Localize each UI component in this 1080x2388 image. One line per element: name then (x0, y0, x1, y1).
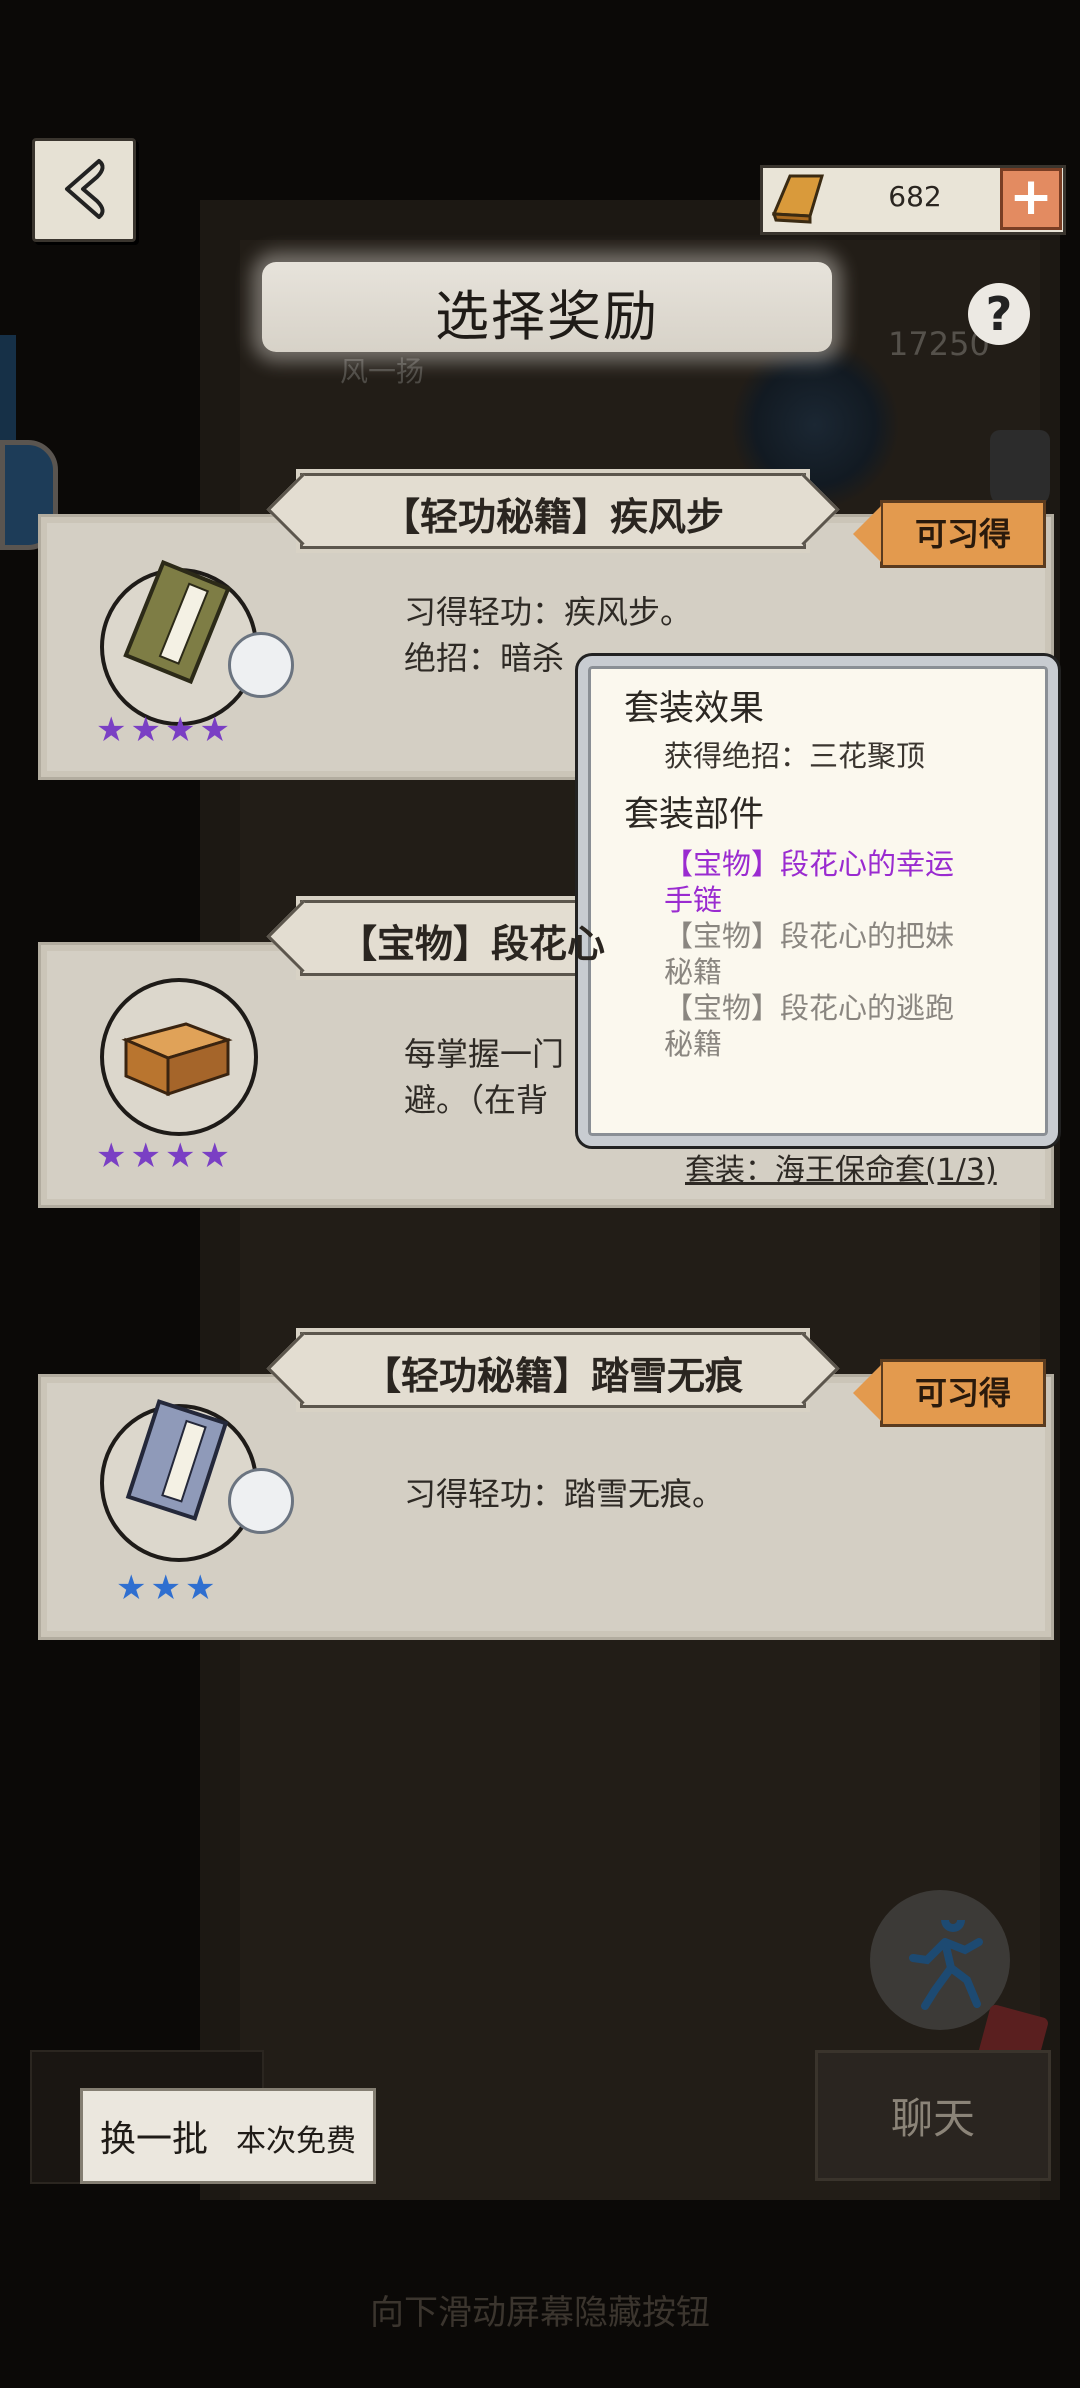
faint-name: 风一扬 (340, 355, 425, 388)
learnable-tag: 可习得 (853, 1359, 1046, 1427)
card-title-plate: 【轻功秘籍】疾风步 (300, 473, 806, 549)
card-title: 【轻功秘籍】疾风步 (381, 495, 724, 539)
manual-book-icon (112, 1390, 242, 1534)
back-arrow-icon (65, 159, 105, 219)
card-title-plate: 【轻功秘籍】踏雪无痕 (300, 1332, 806, 1408)
card-desc-line: 绝招：暗杀 (404, 639, 565, 677)
star-rating: ★★★ (116, 1568, 220, 1608)
plus-icon: + (1009, 167, 1053, 227)
jar-decoration (990, 430, 1050, 510)
card-title: 【宝物】段花心 (339, 922, 606, 966)
add-currency-button[interactable]: + (1000, 168, 1062, 230)
set-parts-heading: 套装部件 (624, 795, 765, 835)
chat-button[interactable]: 聊天 (815, 2050, 1051, 2181)
set-effect-heading: 套装效果 (624, 689, 765, 729)
refresh-sub-label: 本次免费 (236, 2124, 356, 2159)
help-icon: ? (985, 287, 1013, 341)
treasure-box-icon (116, 1010, 236, 1104)
running-man-icon (905, 1908, 983, 2010)
set-label[interactable]: 套装：海王保命套(1/3) (685, 1145, 997, 1189)
learnable-tag: 可习得 (853, 500, 1046, 568)
card-title: 【轻功秘籍】踏雪无痕 (362, 1354, 743, 1398)
card-desc-line: 习得轻功：疾风步。 (404, 593, 693, 631)
boot-skill-icon (228, 1468, 294, 1534)
boot-skill-icon (228, 632, 294, 698)
card-desc-line: 习得轻功：踏雪无痕。 (404, 1475, 725, 1513)
star-rating: ★★★★ (96, 1136, 234, 1176)
set-part-owned: 【宝物】段花心的幸运 (664, 847, 955, 881)
star-rating: ★★★★ (96, 710, 234, 750)
set-part: 秘籍 (664, 1027, 723, 1061)
set-effect-text: 获得绝招：三花聚顶 (664, 739, 926, 773)
refresh-label: 换一批 (100, 2119, 209, 2160)
left-edge-tab (0, 335, 16, 445)
card-desc-line: 避。（在背 (404, 1081, 549, 1119)
gold-ingot-icon (770, 168, 826, 228)
page-title: 选择奖励 (435, 285, 659, 348)
set-part: 【宝物】段花心的逃跑 (664, 991, 955, 1025)
currency-value: 682 (888, 180, 942, 213)
chat-label: 聊天 (890, 2094, 975, 2143)
help-button[interactable]: ? (968, 283, 1030, 345)
scroll-hint: 向下滑动屏幕隐藏按钮 (370, 2293, 710, 2333)
back-button[interactable] (32, 138, 136, 242)
manual-book-icon (112, 552, 242, 696)
card-desc-line: 每掌握一门 (404, 1035, 565, 1073)
